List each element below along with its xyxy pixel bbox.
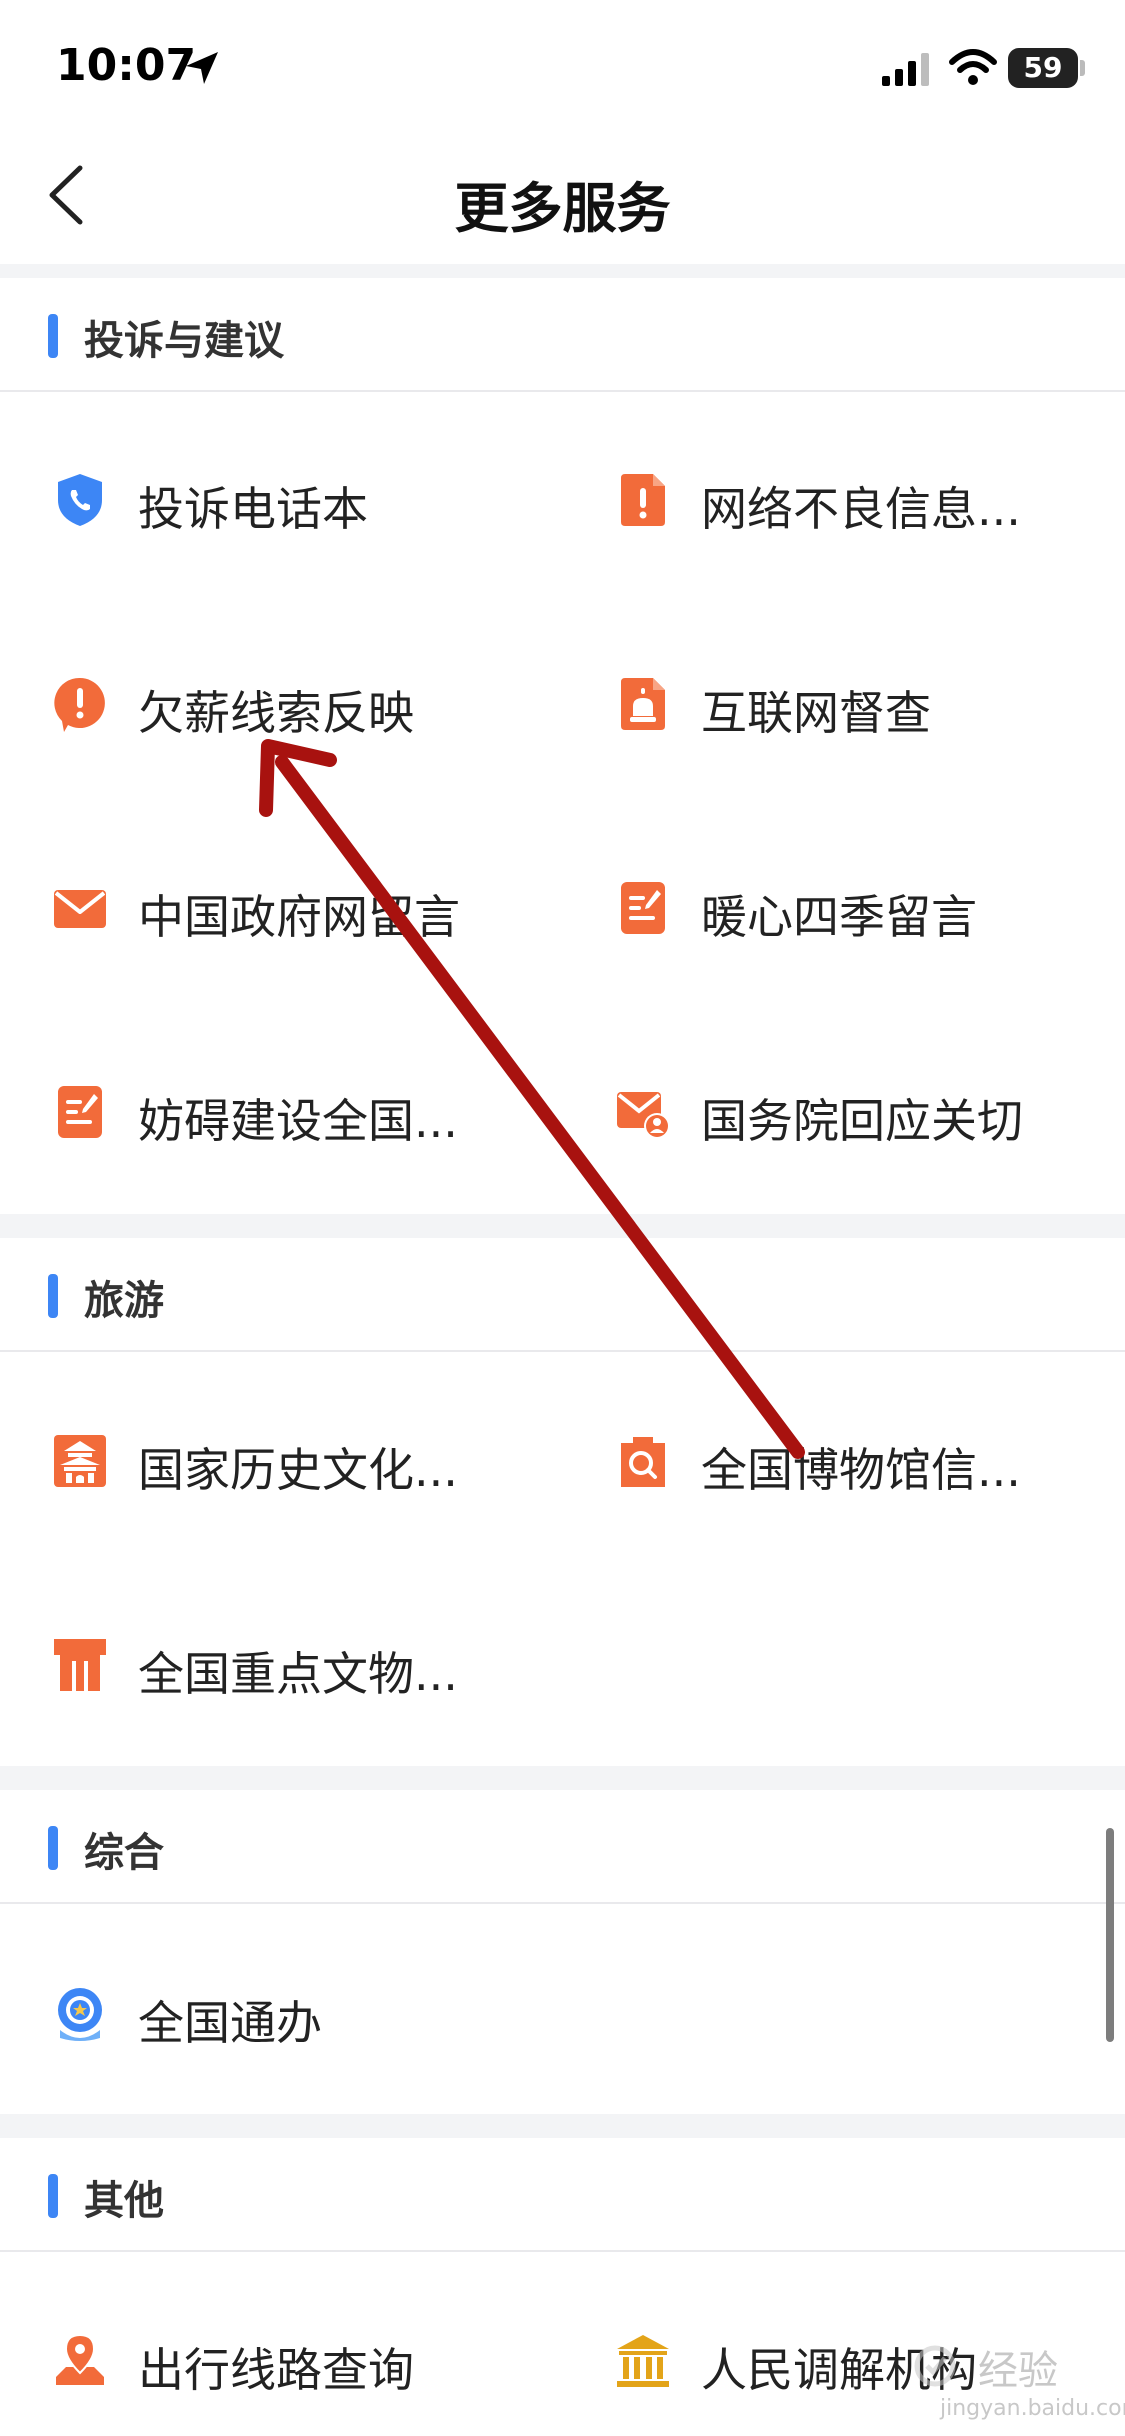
service-item-label: 全国重点文物... [138, 1647, 458, 1701]
service-item-label: 欠薪线索反映 [138, 686, 414, 740]
service-item-label: 投诉电话本 [138, 482, 368, 536]
document-alert-icon [621, 474, 665, 526]
gate-icon [54, 1639, 106, 1691]
service-item-wage-arrears[interactable]: 欠薪线索反映 [52, 649, 572, 759]
battery-level: 59 [1023, 51, 1063, 84]
section-accent-bar [48, 314, 58, 358]
battery-cap [1080, 60, 1085, 76]
service-item-label: 国家历史文化... [138, 1443, 458, 1497]
battery-icon: 59 [1008, 48, 1078, 88]
page: 10:07 59 更多服务 投诉与建议 投诉电话本 网络不良信息... 欠薪线索… [0, 0, 1125, 2436]
service-item-label: 暖心四季留言 [701, 890, 977, 944]
service-item-museum-info[interactable]: 全国博物馆信... [615, 1406, 1125, 1516]
service-item-label: 妨碍建设全国... [138, 1094, 458, 1148]
status-bar: 10:07 59 [0, 0, 1125, 130]
section-header-complaints: 投诉与建议 [0, 278, 1125, 392]
service-item-key-relics[interactable]: 全国重点文物... [52, 1610, 572, 1720]
section-accent-bar [48, 2174, 58, 2218]
museum-search-icon [621, 1437, 665, 1487]
document-siren-icon [621, 678, 665, 730]
service-item-state-council-response[interactable]: 国务院回应关切 [615, 1057, 1125, 1167]
service-item-harmful-info[interactable]: 网络不良信息... [615, 445, 1125, 555]
document-pen-icon [621, 882, 665, 934]
alert-bubble-icon [54, 677, 105, 732]
watermark-sub: jingyan.baidu.com [940, 2396, 1125, 2421]
status-time: 10:07 [56, 40, 197, 91]
nav-bar: 更多服务 [0, 130, 1125, 264]
service-item-internet-inspection[interactable]: 互联网督查 [615, 649, 1125, 759]
service-item-label: 中国政府网留言 [138, 890, 460, 944]
institution-icon [617, 2335, 669, 2387]
map-pin-icon [56, 2333, 104, 2385]
shield-phone-icon [58, 474, 102, 526]
envelope-icon [54, 890, 106, 928]
wifi-icon [949, 49, 997, 85]
service-item-national-service[interactable]: 全国通办 [52, 1959, 572, 2069]
document-pen-icon [58, 1086, 102, 1138]
service-item-label: 出行线路查询 [138, 2343, 414, 2397]
section-divider [0, 2114, 1125, 2138]
section-header-other: 其他 [0, 2138, 1125, 2252]
page-title: 更多服务 [454, 177, 671, 240]
section-title: 其他 [84, 2178, 164, 2224]
service-item-obstruction-report[interactable]: 妨碍建设全国... [52, 1057, 572, 1167]
signal-bars-icon [882, 53, 929, 86]
section-header-general: 综合 [0, 1790, 1125, 1904]
service-item-label: 国务院回应关切 [701, 1094, 1023, 1148]
section-divider [0, 264, 1125, 278]
section-divider [0, 1766, 1125, 1790]
envelope-user-icon [617, 1092, 670, 1139]
section-accent-bar [48, 1274, 58, 1318]
service-item-warm-seasons[interactable]: 暖心四季留言 [615, 853, 1125, 963]
service-item-label: 网络不良信息... [701, 482, 1021, 536]
location-arrow-icon [186, 52, 218, 84]
service-item-route-query[interactable]: 出行线路查询 [52, 2306, 572, 2416]
section-header-travel: 旅游 [0, 1238, 1125, 1352]
service-item-label: 互联网督查 [701, 686, 931, 740]
national-service-icon [58, 1988, 102, 2041]
section-title: 投诉与建议 [84, 318, 284, 364]
section-accent-bar [48, 1826, 58, 1870]
temple-icon [54, 1435, 106, 1487]
service-item-gov-message[interactable]: 中国政府网留言 [52, 853, 572, 963]
section-title: 综合 [84, 1830, 164, 1876]
section-title: 旅游 [84, 1278, 164, 1324]
service-item-historic-cities[interactable]: 国家历史文化... [52, 1406, 572, 1516]
service-item-label: 全国博物馆信... [701, 1443, 1021, 1497]
scrollbar-indicator[interactable] [1106, 1828, 1114, 2042]
service-item-label: 全国通办 [138, 1996, 322, 2050]
section-divider [0, 1214, 1125, 1238]
watermark-text: 经验 [978, 2348, 1058, 2394]
service-item-complaint-phonebook[interactable]: 投诉电话本 [52, 445, 572, 555]
